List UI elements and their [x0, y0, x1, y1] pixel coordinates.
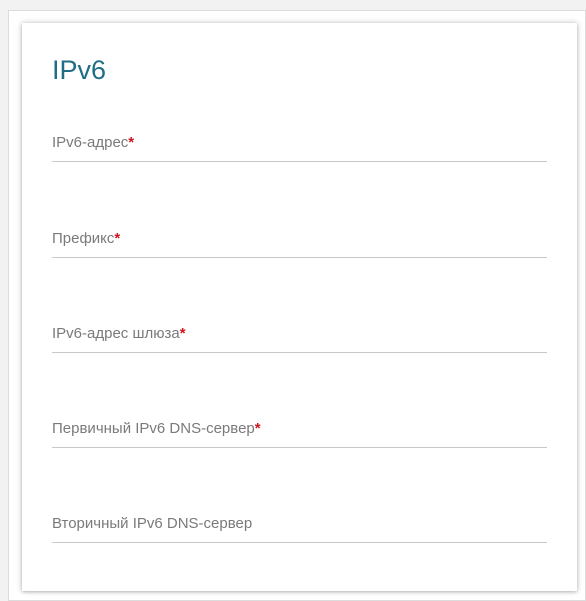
ipv6-address-label-text: IPv6-адрес [52, 134, 129, 151]
prefix-field[interactable]: Префикс* [52, 217, 547, 258]
ipv6-address-label: IPv6-адрес* [52, 134, 134, 151]
gateway-ipv6-address-field[interactable]: IPv6-адрес шлюза* [52, 312, 547, 353]
required-marker: * [114, 230, 121, 247]
section-title: IPv6 [52, 55, 107, 85]
primary-dns-label: Первичный IPv6 DNS-сервер* [52, 420, 261, 437]
ipv6-settings-card: IPv6 IPv6-адрес* Префикс* IPv6-адрес шлю… [22, 23, 577, 591]
required-marker: * [128, 134, 135, 151]
required-marker: * [179, 325, 186, 342]
ipv6-address-field[interactable]: IPv6-адрес* [52, 121, 547, 162]
prefix-label-text: Префикс [52, 230, 115, 247]
primary-dns-field[interactable]: Первичный IPv6 DNS-сервер* [52, 407, 547, 448]
required-marker: * [254, 420, 261, 437]
secondary-dns-label: Вторичный IPv6 DNS-сервер [52, 515, 252, 532]
primary-dns-label-text: Первичный IPv6 DNS-сервер [52, 420, 255, 437]
secondary-dns-label-text: Вторичный IPv6 DNS-сервер [52, 515, 253, 532]
prefix-label: Префикс* [52, 230, 120, 247]
gateway-ipv6-address-label-text: IPv6-адрес шлюза [52, 325, 180, 342]
secondary-dns-field[interactable]: Вторичный IPv6 DNS-сервер [52, 502, 547, 543]
gateway-ipv6-address-label: IPv6-адрес шлюза* [52, 325, 186, 342]
